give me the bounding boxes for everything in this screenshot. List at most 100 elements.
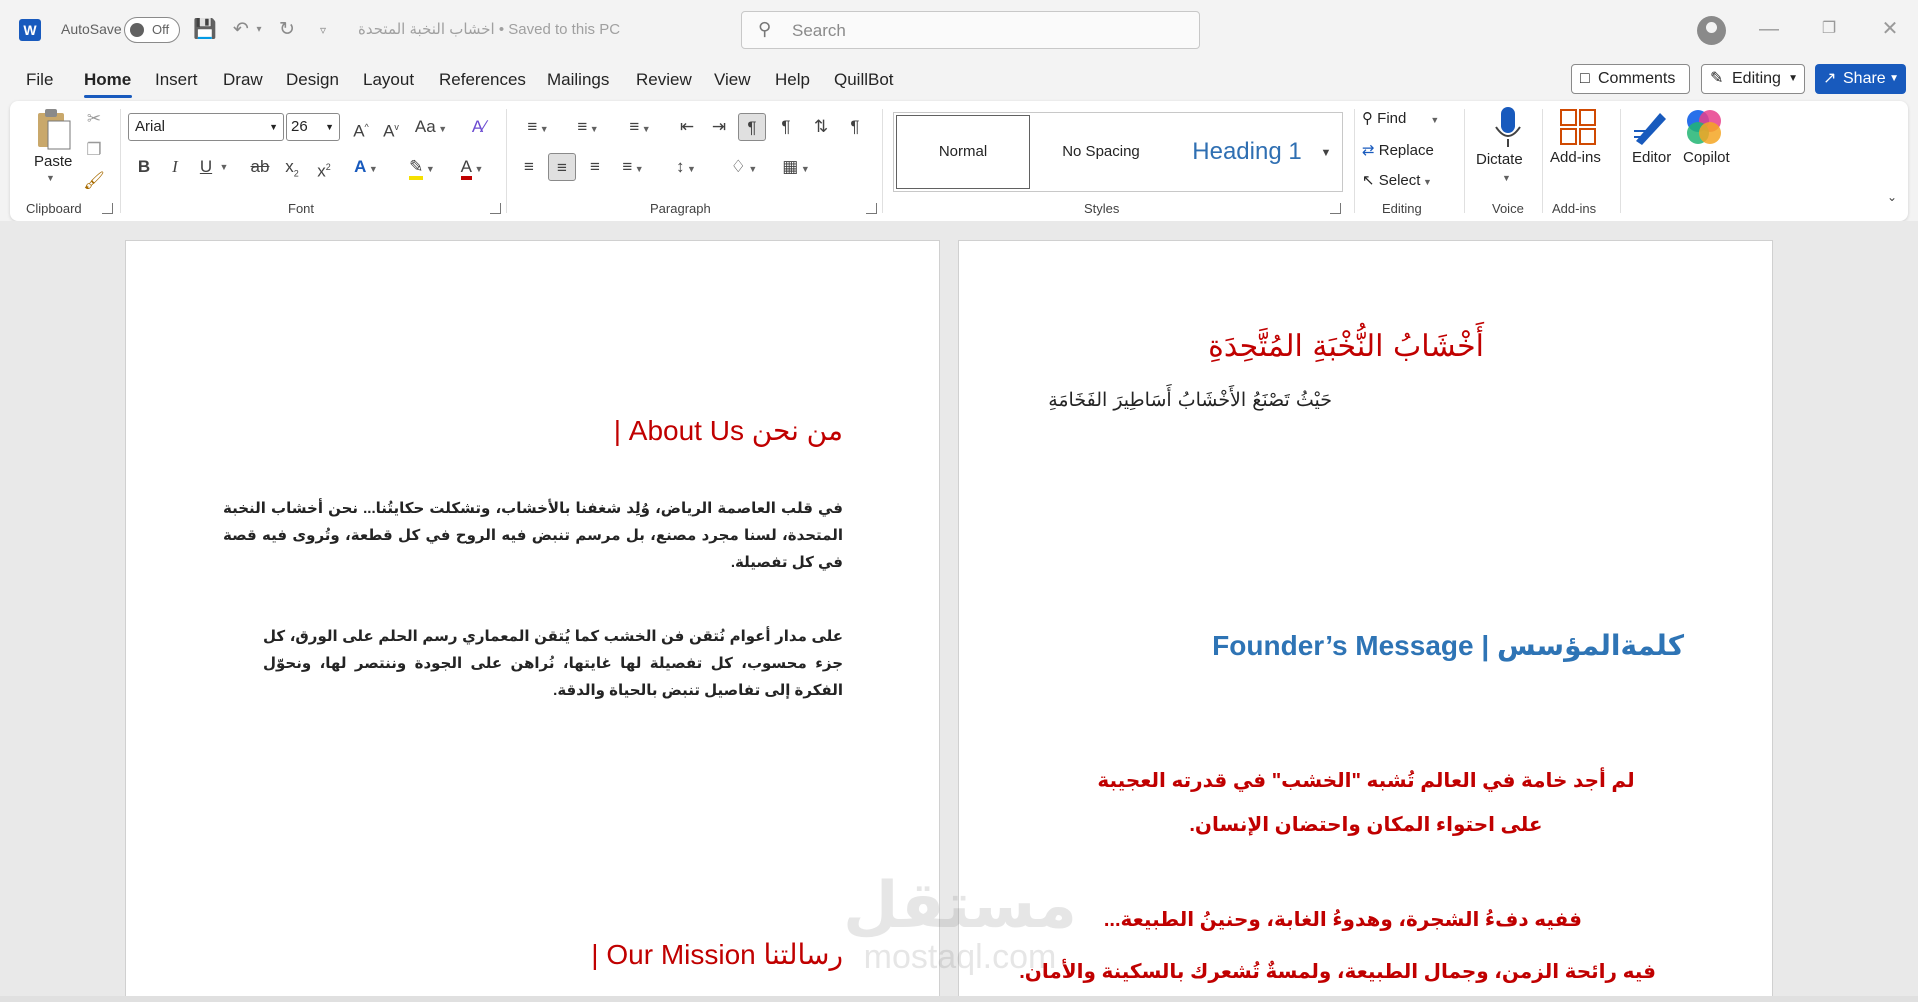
tab-quillbot[interactable]: QuillBot	[834, 70, 894, 90]
addins-button[interactable]	[1558, 107, 1598, 147]
founder-quote-2: ففيه دفءُ الشجرة، وهدوءُ الغابة، وحنينُ …	[1103, 909, 1582, 931]
borders-icon[interactable]: ▦ ▼	[774, 153, 818, 181]
align-center-icon[interactable]: ≡	[548, 153, 576, 181]
editing-mode-button[interactable]: ✎ Editing ▼	[1701, 64, 1805, 94]
tab-file[interactable]: File	[26, 70, 53, 90]
redo-icon[interactable]: ↻	[274, 17, 300, 43]
ltr-direction-icon[interactable]: ¶	[772, 113, 800, 141]
comments-label: Comments	[1598, 70, 1676, 87]
status-bar	[0, 996, 1918, 1002]
minimize-icon[interactable]: —	[1752, 14, 1786, 44]
tab-view[interactable]: View	[714, 70, 751, 90]
rtl-direction-icon[interactable]: ¶	[738, 113, 766, 141]
font-launcher-icon[interactable]	[490, 203, 501, 214]
document-page-right[interactable]: أَخْشَابُ النُّخْبَةِ المُتَّحِدَةِ حَيْ…	[958, 240, 1773, 1002]
underline-dropdown-icon[interactable]: ▼	[218, 153, 230, 181]
find-label: Find	[1377, 110, 1407, 127]
tab-review[interactable]: Review	[636, 70, 692, 90]
tab-mailings[interactable]: Mailings	[547, 70, 609, 90]
company-title: أَخْشَابُ النُّخْبَةِ المُتَّحِدَةِ	[1208, 329, 1484, 364]
title-bar: W AutoSave Off 💾 ↶ ▾ ↻ ▿ اخشاب النخبة ال…	[0, 0, 1918, 60]
font-color-icon[interactable]: A ▼	[450, 153, 494, 181]
strikethrough-icon[interactable]: ab	[246, 153, 274, 181]
show-formatting-icon[interactable]: ¶	[842, 113, 868, 141]
undo-icon[interactable]: ↶	[228, 17, 254, 43]
numbering-icon[interactable]: ≡ ▼	[566, 113, 610, 141]
decrease-indent-icon[interactable]: ⇤	[674, 113, 700, 141]
ribbon: Paste ▼ ✂ ❐ 🖌 Clipboard Arial ▼ 26 ▼ A^ Av…	[10, 101, 1908, 221]
bullets-icon[interactable]: ≡ ▼	[516, 113, 560, 141]
increase-indent-icon[interactable]: ⇥	[706, 113, 732, 141]
search-box[interactable]: ⚲ Search	[741, 11, 1200, 49]
comments-button[interactable]: □ Comments	[1571, 64, 1690, 94]
underline-icon[interactable]: U	[194, 153, 218, 181]
grow-font-icon[interactable]: A^	[348, 113, 374, 141]
superscript-icon[interactable]: x2	[312, 153, 336, 181]
tab-layout[interactable]: Layout	[363, 70, 414, 90]
tab-design[interactable]: Design	[286, 70, 339, 90]
shading-icon[interactable]: ♢ ▼	[722, 153, 766, 181]
user-avatar[interactable]	[1697, 16, 1726, 45]
line-spacing-icon[interactable]: ↕ ▼	[666, 153, 706, 181]
tab-draw[interactable]: Draw	[223, 70, 263, 90]
collapse-ribbon-icon[interactable]: ⌄	[1882, 183, 1902, 211]
shrink-font-icon[interactable]: Av	[378, 113, 404, 141]
clear-formatting-icon[interactable]: A∕	[466, 113, 492, 141]
clipboard-group-label: Clipboard	[26, 201, 82, 216]
text-effects-icon[interactable]: A ▼	[348, 153, 384, 181]
autosave-toggle[interactable]: Off	[124, 17, 180, 43]
document-page-left[interactable]: من نحن About Us | في قلب العاصمة الرياض،…	[125, 240, 940, 1002]
styles-launcher-icon[interactable]	[1330, 203, 1341, 214]
about-heading: من نحن About Us |	[613, 415, 843, 446]
align-right-icon[interactable]: ≡	[582, 153, 608, 181]
clipboard-launcher-icon[interactable]	[102, 203, 113, 214]
customize-toolbar-icon[interactable]: ▿	[310, 17, 336, 43]
highlight-color-icon[interactable]: ✎ ▼	[400, 153, 444, 181]
sort-icon[interactable]: ⇅	[808, 113, 834, 141]
addins-label: Add-ins	[1550, 149, 1601, 166]
tab-insert[interactable]: Insert	[155, 70, 198, 90]
comment-icon: □	[1580, 70, 1590, 87]
restore-icon[interactable]: ❐	[1812, 14, 1846, 44]
style-no-spacing[interactable]: No Spacing	[1034, 113, 1168, 191]
styles-more-icon[interactable]: ▼	[1310, 112, 1343, 192]
share-button[interactable]: ↗ Share ▼	[1815, 64, 1906, 94]
style-heading1[interactable]: Heading 1	[1172, 113, 1322, 191]
align-left-icon[interactable]: ≡	[516, 153, 542, 181]
save-icon[interactable]: 💾	[192, 17, 218, 43]
italic-icon[interactable]: I	[163, 153, 187, 181]
style-normal[interactable]: Normal	[896, 115, 1030, 189]
justify-icon[interactable]: ≡ ▼	[614, 153, 652, 181]
font-size-select[interactable]: 26 ▼	[286, 113, 340, 141]
paste-button[interactable]	[34, 107, 72, 153]
about-paragraph-1: في قلب العاصمة الرياض، وُلِد شغفنا بالأخ…	[223, 500, 843, 571]
copy-icon[interactable]: ❐	[82, 136, 106, 164]
dictate-button[interactable]	[1488, 105, 1528, 149]
multilevel-list-icon[interactable]: ≡ ▼	[618, 113, 662, 141]
tab-home[interactable]: Home	[84, 70, 131, 90]
subscript-icon[interactable]: x2	[280, 153, 304, 181]
copilot-button[interactable]	[1684, 107, 1724, 147]
tab-references[interactable]: References	[439, 70, 526, 90]
paste-dropdown-icon[interactable]: ▼	[46, 173, 55, 183]
bold-icon[interactable]: B	[132, 153, 156, 181]
close-icon[interactable]: ✕	[1873, 14, 1907, 44]
format-painter-icon[interactable]: 🖌	[82, 167, 106, 195]
chevron-down-icon: ▼	[1889, 73, 1899, 84]
chevron-down-icon: ▼	[1788, 73, 1798, 84]
editor-button[interactable]	[1630, 107, 1670, 147]
replace-button[interactable]: ⇄ Replace	[1362, 141, 1434, 159]
change-case-button[interactable]: Aa ▼	[412, 113, 450, 141]
autosave-label: AutoSave	[61, 21, 122, 37]
dictate-dropdown-icon[interactable]: ▼	[1502, 173, 1511, 183]
change-case-label: Aa	[414, 117, 436, 136]
select-button[interactable]: ↖ Select ▼	[1362, 171, 1432, 189]
font-name-select[interactable]: Arial ▼	[128, 113, 284, 141]
undo-dropdown-icon[interactable]: ▾	[252, 17, 266, 43]
select-cursor-icon: ↖	[1362, 172, 1379, 189]
find-button[interactable]: ⚲ Find ▼	[1362, 109, 1439, 127]
tab-help[interactable]: Help	[775, 70, 810, 90]
paragraph-launcher-icon[interactable]	[866, 203, 877, 214]
cut-icon[interactable]: ✂	[82, 105, 106, 133]
editing-group-label: Editing	[1382, 201, 1422, 216]
